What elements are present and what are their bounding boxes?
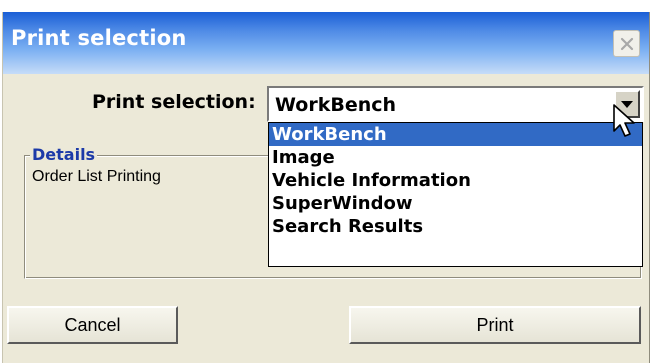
mouse-cursor-icon [613,104,635,137]
print-selection-combobox[interactable]: WorkBench [267,86,644,122]
dropdown-option-workbench[interactable]: WorkBench [269,123,642,146]
dropdown-option-image[interactable]: Image [269,146,642,169]
cancel-button[interactable]: Cancel [7,306,178,344]
title-bar[interactable]: Print selection [3,12,649,74]
details-legend: Details [30,145,98,164]
print-button[interactable]: Print [349,306,641,344]
close-icon [620,37,634,51]
details-text: Order List Printing [32,168,161,185]
print-selection-label: Print selection: [92,91,256,113]
window-title: Print selection [11,26,187,50]
dropdown-option-search-results[interactable]: Search Results [269,215,642,238]
print-selection-dropdown-list: WorkBench Image Vehicle Information Supe… [268,122,643,267]
dropdown-option-superwindow[interactable]: SuperWindow [269,192,642,215]
dropdown-option-vehicle-information[interactable]: Vehicle Information [269,169,642,192]
close-button[interactable] [613,30,640,57]
combobox-value: WorkBench [275,94,397,116]
